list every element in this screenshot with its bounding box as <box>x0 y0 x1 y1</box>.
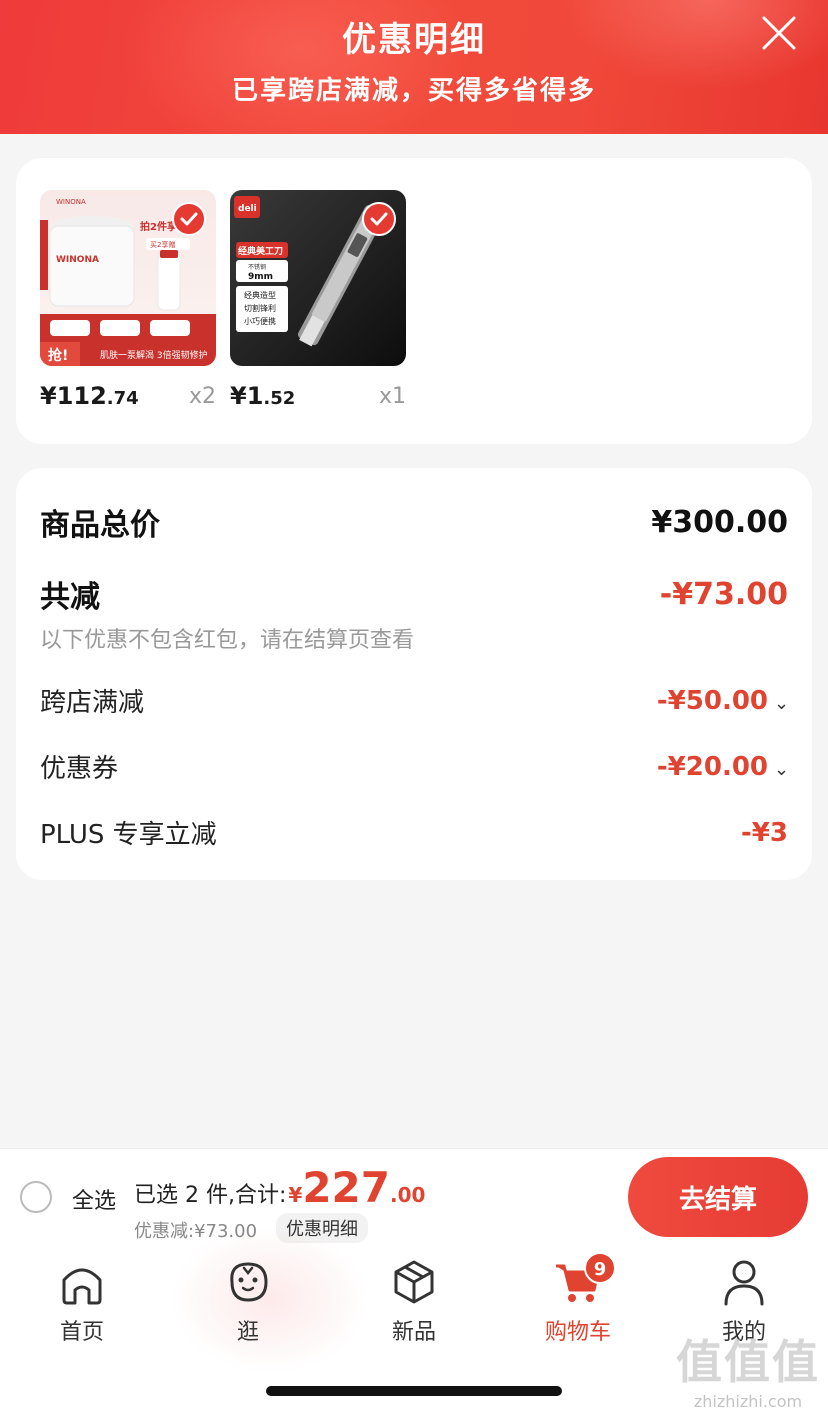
select-all-label[interactable]: 全选 <box>72 1183 116 1215</box>
total-amount-int: 227 <box>302 1163 390 1212</box>
tab-label: 新品 <box>391 1320 436 1345</box>
home-icon <box>62 1268 102 1305</box>
selected-check-icon[interactable] <box>362 202 396 236</box>
product-price: ¥112.74 <box>40 382 139 410</box>
user-icon <box>724 1260 764 1306</box>
discount-note: 以下优惠不包含红包，请在结算页查看 <box>40 628 415 653</box>
winona-brand: WINONA <box>56 198 86 206</box>
deli-title: 经典美工刀 <box>238 245 283 257</box>
product-qty: x2 <box>188 384 216 409</box>
tab-home[interactable]: 首页 <box>22 1256 142 1346</box>
header: 优惠明细 已享跨店满减，买得多省得多 <box>0 0 828 134</box>
select-all-radio[interactable] <box>20 1181 52 1213</box>
watermark-logo: 值值值 <box>676 1335 820 1389</box>
deli-material: 不锈钢 <box>248 263 266 271</box>
product-image[interactable]: deli 经典美工刀 不锈钢 9mm 经典造型 切割锋利 小巧便携 <box>230 190 406 366</box>
currency-symbol: ¥ <box>288 1183 303 1207</box>
cart-badge: 9 <box>584 1252 616 1284</box>
home-indicator[interactable] <box>266 1386 562 1396</box>
total-price-label: 商品总价 <box>40 508 160 543</box>
tab-cart[interactable]: 9 购物车 <box>518 1252 638 1346</box>
discount-value: -¥3 <box>741 817 788 848</box>
product-qty: x1 <box>378 384 406 409</box>
deli-feature-2: 切割锋利 <box>244 303 276 313</box>
selected-summary: 已选 2 件,合计: ¥ 227 .00 <box>134 1163 425 1212</box>
selected-count-text: 已选 2 件,合计: <box>134 1183 287 1208</box>
total-reduce-row: 共减 -¥73.00 <box>40 572 788 616</box>
tab-explore[interactable]: 逛 <box>188 1256 308 1346</box>
discount-value: -¥20.00 ⌄ <box>656 751 790 782</box>
product-item[interactable]: deli 经典美工刀 不锈钢 9mm 经典造型 切割锋利 小巧便携 ¥1.52 … <box>230 190 406 410</box>
chevron-down-icon[interactable]: ⌄ <box>774 693 789 714</box>
discount-label: 跨店满减 <box>40 688 145 718</box>
page-title: 优惠明细 <box>342 20 486 60</box>
product-image[interactable]: WINONA 拍2件享超值 买2享赠 WINONA 抢! 肌肤一泵解渴 3倍强韧… <box>40 190 216 366</box>
svg-text:WINONA: WINONA <box>56 255 99 265</box>
total-price-value: ¥300.00 <box>651 504 788 540</box>
tab-new[interactable]: 新品 <box>354 1256 474 1346</box>
settlement-bar: 全选 已选 2 件,合计: ¥ 227 .00 优惠减:¥73.00 优惠明细 … <box>0 1148 828 1244</box>
tab-label: 逛 <box>236 1320 259 1345</box>
discount-detail-card: 商品总价 ¥300.00 共减 -¥73.00 以下优惠不包含红包，请在结算页查… <box>16 468 812 880</box>
winona-grab: 抢! <box>48 347 68 364</box>
tab-bar: 首页 逛 新品 9 购物车 我的 值值值 zhizhizhi.com <box>0 1224 828 1412</box>
total-reduce-value: -¥73.00 <box>659 576 788 612</box>
discount-label: 优惠券 <box>40 754 119 784</box>
product-item[interactable]: WINONA 拍2件享超值 买2享赠 WINONA 抢! 肌肤一泵解渴 3倍强韧… <box>40 190 216 410</box>
deli-feature-1: 经典造型 <box>244 290 276 300</box>
explore-face-icon <box>230 1262 268 1302</box>
selected-check-icon[interactable] <box>172 202 206 236</box>
watermark-url: zhizhizhi.com <box>693 1392 803 1411</box>
discount-row-cross-store[interactable]: 跨店满减 -¥50.00 ⌄ <box>40 682 790 719</box>
discount-row-coupon[interactable]: 优惠券 -¥20.00 ⌄ <box>40 748 790 785</box>
total-reduce-label: 共减 <box>40 580 100 615</box>
watermark: 值值值 zhizhizhi.com <box>676 1326 820 1411</box>
chevron-down-icon[interactable]: ⌄ <box>774 759 789 780</box>
checkout-button[interactable]: 去结算 <box>628 1157 808 1237</box>
products-card: WINONA 拍2件享超值 买2享赠 WINONA 抢! 肌肤一泵解渴 3倍强韧… <box>16 158 812 444</box>
tab-label: 购物车 <box>544 1320 611 1345</box>
close-icon[interactable] <box>760 14 798 52</box>
product-price: ¥1.52 <box>230 382 296 410</box>
total-amount-dec: .00 <box>389 1183 426 1207</box>
discount-value: -¥50.00 ⌄ <box>656 685 790 716</box>
winona-slogan: 肌肤一泵解渴 3倍强韧修护 <box>100 349 208 361</box>
discount-row-plus: PLUS 专享立减 -¥3 <box>40 814 788 851</box>
deli-logo: deli <box>238 204 257 214</box>
deli-feature-3: 小巧便携 <box>244 316 276 326</box>
winona-gift: 买2享赠 <box>150 240 175 249</box>
discount-label: PLUS 专享立减 <box>40 820 217 850</box>
deli-size: 9mm <box>248 272 273 282</box>
page-subtitle: 已享跨店满减，买得多省得多 <box>231 76 596 106</box>
total-price-row: 商品总价 ¥300.00 <box>40 500 788 544</box>
tab-label: 首页 <box>59 1320 104 1345</box>
cube-icon <box>394 1260 434 1304</box>
